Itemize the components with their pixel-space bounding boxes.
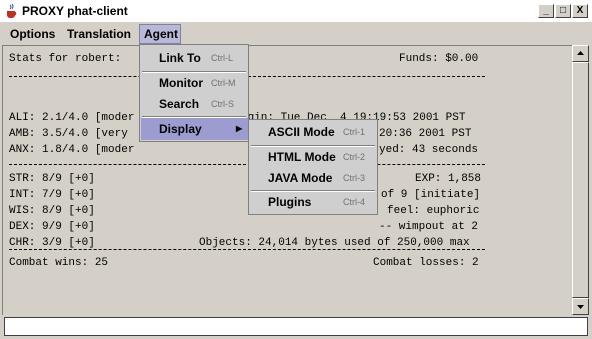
menu-item-search[interactable]: Search: [159, 93, 199, 115]
dex-stat: DEX: 9/9 [+0]: [9, 221, 95, 233]
java-cup-icon: [7, 3, 17, 18]
amb-stat: AMB: 3.5/4.0 [very: [9, 128, 128, 140]
exp-text: EXP: 1,858: [415, 173, 482, 185]
menu-item-java-mode[interactable]: JAVA Mode: [268, 167, 332, 189]
shortcut-search: Ctrl-S: [211, 99, 234, 109]
int-right-text: of 9 [initiate]: [381, 189, 481, 201]
window-title: PROXY phat-client: [22, 4, 128, 18]
combat-losses: Combat losses: 2: [373, 257, 479, 269]
int-stat: INT: 7/9 [+0]: [9, 189, 95, 201]
menu-bar: Options Translation Agent: [0, 23, 592, 45]
stats-header: Stats for robert:: [9, 53, 122, 65]
menu-item-monitor[interactable]: Monitor: [159, 72, 203, 94]
shortcut-java-mode: Ctrl-3: [343, 173, 365, 183]
divider: [9, 249, 485, 250]
close-button[interactable]: X: [572, 4, 588, 18]
shortcut-link-to: Ctrl-L: [211, 53, 233, 63]
arrow-down-icon: [577, 305, 584, 309]
ali-stat: ALI: 2.1/4.0 [moder: [9, 112, 135, 124]
wimpout-text: -- wimpout at 2: [379, 221, 479, 233]
menu-item-ascii-mode[interactable]: ASCII Mode: [268, 121, 335, 143]
menu-item-link-to[interactable]: Link To: [159, 47, 201, 69]
shortcut-plugins: Ctrl-4: [343, 197, 365, 207]
menu-translation[interactable]: Translation: [63, 24, 135, 44]
scroll-thumb[interactable]: [572, 62, 589, 298]
command-input[interactable]: [4, 317, 588, 336]
submenu-arrow-icon: ▶: [236, 124, 243, 133]
menu-options[interactable]: Options: [6, 24, 59, 44]
menu-agent[interactable]: Agent: [139, 24, 181, 44]
arrow-up-icon: [577, 51, 584, 55]
str-stat: STR: 8/9 [+0]: [9, 173, 95, 185]
shortcut-html-mode: Ctrl-2: [343, 152, 365, 162]
menu-item-plugins[interactable]: Plugins: [268, 191, 311, 213]
feel-text: feel: euphoric: [387, 205, 480, 217]
funds-text: Funds: $0.00: [399, 53, 479, 65]
anx-stat: ANX: 1.8/4.0 [moder: [9, 144, 135, 156]
title-bar: PROXY phat-client _ □ X: [0, 0, 592, 23]
scroll-down-button[interactable]: [572, 298, 589, 315]
anx-right-text: yed: 43 seconds: [379, 144, 479, 156]
combat-wins: Combat wins: 25: [9, 257, 109, 269]
divider: [9, 164, 485, 165]
menu-item-html-mode[interactable]: HTML Mode: [268, 146, 336, 168]
scroll-up-button[interactable]: [572, 45, 589, 62]
menu-item-display-label: Display: [159, 122, 202, 136]
shortcut-monitor: Ctrl-M: [211, 78, 236, 88]
vertical-scrollbar[interactable]: [572, 45, 589, 315]
minimize-button[interactable]: _: [538, 4, 554, 18]
agent-menu: Link To Ctrl-L Monitor Ctrl-M Search Ctr…: [139, 44, 249, 142]
shortcut-ascii-mode: Ctrl-1: [343, 127, 365, 137]
maximize-button[interactable]: □: [555, 4, 571, 18]
display-submenu: ASCII Mode Ctrl-1 HTML Mode Ctrl-2 JAVA …: [248, 119, 378, 215]
wis-stat: WIS: 8/9 [+0]: [9, 205, 95, 217]
